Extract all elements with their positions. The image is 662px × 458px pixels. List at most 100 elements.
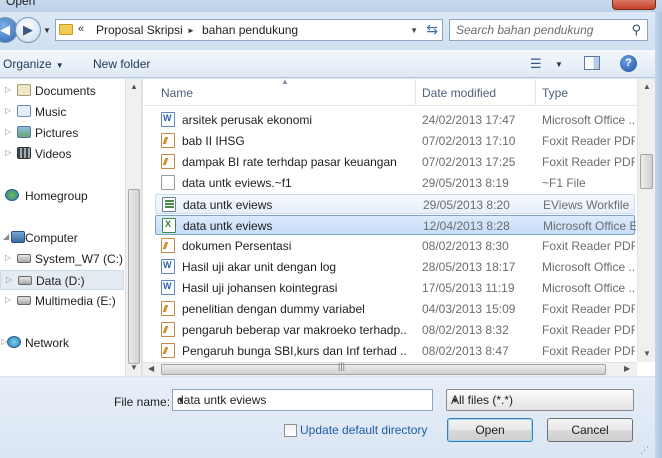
scroll-down-icon[interactable]: ▼ xyxy=(130,363,138,372)
nav-item-label: Multimedia (E:) xyxy=(35,294,116,308)
resize-grip-icon[interactable]: ⋰ xyxy=(640,445,649,456)
column-divider[interactable] xyxy=(415,79,416,106)
organize-button[interactable]: Organize ▼ xyxy=(3,57,64,71)
file-row-selected[interactable]: data untk eviews 12/04/2013 8:28 Microso… xyxy=(155,215,636,235)
organize-label: Organize xyxy=(3,57,52,71)
search-box[interactable]: Search bahan pendukung ⚲ xyxy=(449,19,648,41)
column-header-type[interactable]: Type xyxy=(542,86,568,100)
file-type: Foxit Reader PDF ... xyxy=(542,344,635,358)
scroll-grip-icon: ||| xyxy=(338,361,346,371)
file-date: 08/02/2013 8:32 xyxy=(422,323,509,337)
file-date: 29/05/2013 8:19 xyxy=(422,176,509,190)
address-dropdown-icon[interactable]: ▼ xyxy=(410,26,418,35)
breadcrumb-separator-icon[interactable]: ► xyxy=(187,26,195,35)
file-row[interactable]: bab II IHSG 07/02/2013 17:10 Foxit Reade… xyxy=(155,131,635,151)
update-default-directory-label[interactable]: Update default directory xyxy=(300,423,427,437)
nav-pane-scrollbar[interactable]: ▲ ▼ xyxy=(125,79,141,376)
address-bar[interactable]: « Proposal Skripsi ► bahan pendukung ▼ ⇆ xyxy=(55,19,443,41)
pdf-icon xyxy=(161,238,175,253)
nav-item-multimedia-drive[interactable]: ▷ Multimedia (E:) xyxy=(0,291,124,311)
scroll-up-icon[interactable]: ▲ xyxy=(643,82,651,91)
file-date: 28/05/2013 18:17 xyxy=(422,260,516,274)
nav-item-system-drive[interactable]: ▷ System_W7 (C:) xyxy=(0,249,124,269)
file-date: 12/04/2013 8:28 xyxy=(423,219,510,233)
view-options-dropdown-icon[interactable]: ▼ xyxy=(555,60,563,69)
nav-item-computer[interactable]: ◢ Computer xyxy=(0,228,124,248)
window-title: Open xyxy=(6,0,36,8)
help-icon[interactable]: ? xyxy=(620,55,637,72)
expand-icon[interactable]: ▷ xyxy=(5,106,11,115)
column-divider[interactable] xyxy=(535,79,536,106)
file-row[interactable]: data untk eviews.~f1 29/05/2013 8:19 ~F1… xyxy=(155,173,635,193)
pdf-icon xyxy=(161,343,175,358)
file-name: dampak BI rate terhdap pasar keuangan xyxy=(182,155,397,169)
scroll-thumb[interactable] xyxy=(161,364,606,375)
open-button[interactable]: Open xyxy=(447,418,533,442)
breadcrumb-proposal-skripsi[interactable]: Proposal Skripsi xyxy=(96,23,183,37)
breadcrumb-bahan-pendukung[interactable]: bahan pendukung xyxy=(202,23,298,37)
file-date: 07/02/2013 17:25 xyxy=(422,155,516,169)
file-row[interactable]: dampak BI rate terhdap pasar keuangan 07… xyxy=(155,152,635,172)
forward-button[interactable]: ▶ xyxy=(15,17,41,43)
scroll-right-icon[interactable]: ▶ xyxy=(624,364,630,373)
file-row[interactable]: dokumen Persentasi 08/02/2013 8:30 Foxit… xyxy=(155,236,635,256)
expand-icon[interactable]: ▷ xyxy=(5,253,11,262)
file-list-vertical-scrollbar[interactable]: ▲ ▼ xyxy=(637,79,655,362)
refresh-icon[interactable]: ⇆ xyxy=(426,21,438,38)
new-folder-button[interactable]: New folder xyxy=(93,57,150,71)
preview-pane-icon[interactable] xyxy=(584,56,600,70)
chevron-down-icon[interactable]: ▼ xyxy=(451,396,627,405)
file-row[interactable]: arsitek perusak ekonomi 24/02/2013 17:47… xyxy=(155,110,635,130)
file-list-horizontal-scrollbar[interactable]: ◀ ||| ▶ xyxy=(143,361,637,376)
overflow-chevron[interactable]: « xyxy=(78,23,84,35)
expand-icon[interactable]: ▷ xyxy=(5,127,11,136)
file-name: penelitian dengan dummy variabel xyxy=(182,302,365,316)
scroll-down-icon[interactable]: ▼ xyxy=(643,349,651,358)
file-row[interactable]: data untk eviews 29/05/2013 8:20 EViews … xyxy=(155,194,635,214)
update-default-directory-checkbox[interactable] xyxy=(284,424,297,437)
expand-icon[interactable]: ▷ xyxy=(5,85,11,94)
nav-item-data-drive[interactable]: ▷ Data (D:) xyxy=(0,270,124,290)
file-row[interactable]: Pengaruh bunga SBI,kurs dan Inf terhad .… xyxy=(155,341,635,361)
command-toolbar: Organize ▼ New folder ☰ ▼ ? xyxy=(0,50,655,78)
scroll-thumb[interactable] xyxy=(128,189,140,364)
arrow-left-icon: ◀ xyxy=(0,22,10,37)
nav-item-homegroup[interactable]: Homegroup xyxy=(0,186,124,206)
expand-icon[interactable]: ▷ xyxy=(5,148,11,157)
file-row[interactable]: pengaruh beberap var makroeko terhadp...… xyxy=(155,320,635,340)
nav-item-documents[interactable]: ▷ Documents xyxy=(0,81,124,101)
scroll-thumb[interactable] xyxy=(640,154,653,189)
expand-icon[interactable]: ▷ xyxy=(6,275,12,284)
word-document-icon xyxy=(161,112,175,127)
file-row[interactable]: penelitian dengan dummy variabel 04/03/2… xyxy=(155,299,635,319)
file-name: Pengaruh bunga SBI,kurs dan Inf terhad .… xyxy=(182,344,407,358)
scroll-left-icon[interactable]: ◀ xyxy=(148,364,154,373)
file-name-input[interactable]: data untk eviews ▼ xyxy=(172,389,433,411)
collapse-icon[interactable]: ◢ xyxy=(3,232,9,241)
word-document-icon xyxy=(161,259,175,274)
nav-item-music[interactable]: ▷ Music xyxy=(0,102,124,122)
chevron-down-icon[interactable]: ▼ xyxy=(177,396,427,405)
close-window-button[interactable] xyxy=(612,0,656,10)
view-options-icon[interactable]: ☰ xyxy=(530,56,542,72)
chevron-down-icon: ▼ xyxy=(55,61,64,70)
nav-item-videos[interactable]: ▷ Videos xyxy=(0,144,124,164)
file-type-filter-select[interactable]: All files (*.*) ▼ xyxy=(446,389,634,411)
file-name: Hasil uji akar unit dengan log xyxy=(182,260,337,274)
search-icon[interactable]: ⚲ xyxy=(631,22,641,38)
file-name: data untk eviews xyxy=(183,198,273,212)
scroll-up-icon[interactable]: ▲ xyxy=(130,82,138,91)
file-row[interactable]: Hasil uji johansen kointegrasi 17/05/201… xyxy=(155,278,635,298)
column-header-date[interactable]: Date modified xyxy=(422,86,496,100)
cancel-button[interactable]: Cancel xyxy=(547,418,633,442)
window-frame-right xyxy=(655,12,662,458)
file-name: arsitek perusak ekonomi xyxy=(182,113,313,127)
nav-item-network[interactable]: ▷ Network xyxy=(0,333,124,353)
column-header-name[interactable]: Name xyxy=(161,86,193,100)
pdf-icon xyxy=(161,322,175,337)
file-row[interactable]: Hasil uji akar unit dengan log 28/05/201… xyxy=(155,257,635,277)
expand-icon[interactable]: ▷ xyxy=(5,295,11,304)
recent-locations-dropdown[interactable]: ▼ xyxy=(43,26,51,35)
nav-item-pictures[interactable]: ▷ Pictures xyxy=(0,123,124,143)
dialog-footer: File name: data untk eviews ▼ All files … xyxy=(0,377,655,458)
